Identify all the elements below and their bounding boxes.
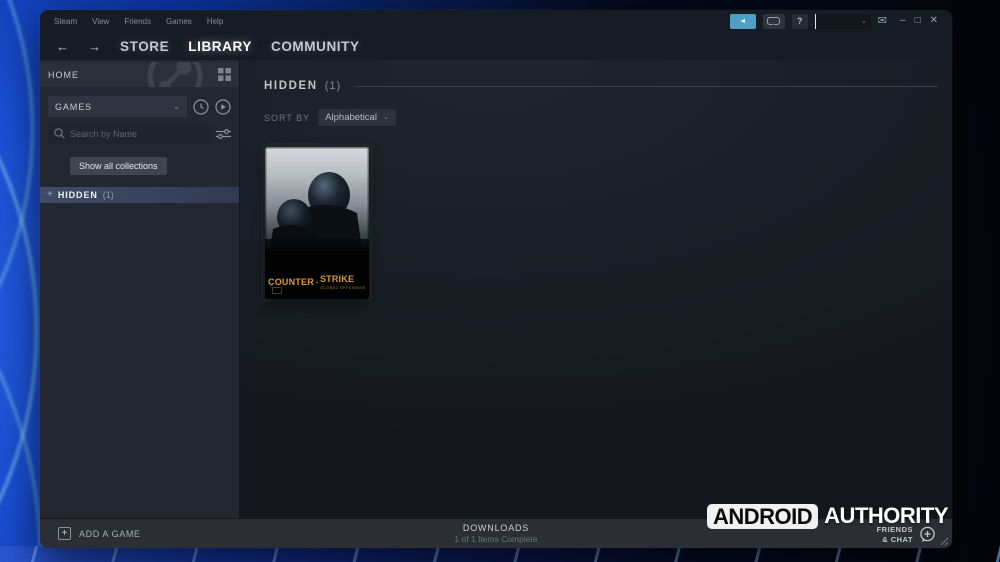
help-button[interactable]: ?	[792, 14, 808, 29]
downloads-status[interactable]: DOWNLOADS 1 of 1 Items Complete	[454, 523, 537, 544]
downloads-title: DOWNLOADS	[454, 523, 537, 533]
csgo-logo-subtitle: GLOBAL OFFENSIVE	[320, 285, 366, 290]
wallpaper-floor-streaks	[0, 546, 1000, 562]
sort-dropdown[interactable]: Alphabetical ⌄	[318, 109, 396, 126]
menu-bar: Steam View Friends Games Help ◄ ?	[40, 10, 952, 32]
vr-headset-icon	[767, 17, 780, 26]
chevron-down-icon: ⌄	[173, 103, 180, 111]
resize-grip[interactable]	[940, 537, 949, 546]
back-button[interactable]: ←	[56, 39, 69, 54]
expand-plus-icon[interactable]: +	[47, 190, 53, 200]
add-game-label: ADD A GAME	[79, 529, 141, 539]
collection-header: HIDDEN (1)	[264, 80, 938, 92]
menu-group: Steam View Friends Games Help	[54, 17, 223, 26]
friends-line2: & CHAT	[877, 535, 913, 545]
header-divider	[355, 86, 938, 87]
home-label: HOME	[48, 70, 79, 80]
window-controls: – □ ✕	[900, 16, 938, 26]
watermark-android: ANDROID	[707, 504, 818, 529]
shortcut-corner-icon	[272, 287, 282, 294]
close-button[interactable]: ✕	[930, 16, 938, 26]
menu-view[interactable]: View	[92, 17, 109, 26]
sidebar-item-hidden[interactable]: + HIDDEN (1)	[40, 187, 239, 203]
hidden-collection-label: HIDDEN	[58, 190, 98, 200]
sidebar: HOME GAMES ⌄	[40, 60, 240, 518]
nav-bar: ← → STORE LIBRARY COMMUNITY	[40, 32, 952, 60]
help-icon: ?	[797, 16, 803, 26]
minimize-button[interactable]: –	[900, 16, 906, 26]
grid-view-icon[interactable]	[218, 68, 231, 81]
big-picture-button[interactable]: ◄	[730, 14, 756, 29]
menu-help[interactable]: Help	[207, 17, 223, 26]
menu-games[interactable]: Games	[166, 17, 192, 26]
search-box	[48, 123, 210, 144]
mail-icon[interactable]: ✉	[878, 16, 887, 27]
sidebar-filter-row: GAMES ⌄	[40, 96, 239, 117]
games-filter-dropdown[interactable]: GAMES ⌄	[48, 96, 187, 117]
content-area: HOME GAMES ⌄	[40, 60, 952, 518]
csgo-logo-counter: COUNTER	[268, 277, 314, 287]
plus-icon: +	[58, 527, 71, 540]
collection-count: (1)	[325, 80, 341, 92]
sidebar-search-row	[40, 123, 239, 144]
maximize-button[interactable]: □	[915, 16, 921, 26]
hidden-collection-count: (1)	[103, 190, 114, 200]
vr-button[interactable]	[763, 14, 785, 29]
nav-library[interactable]: LIBRARY	[188, 39, 252, 54]
sidebar-home-button[interactable]: HOME	[40, 62, 239, 87]
steam-logo-watermark	[145, 62, 205, 87]
recent-games-icon[interactable]	[193, 99, 209, 115]
menu-friends[interactable]: Friends	[124, 17, 151, 26]
csgo-logo-right: STRIKE GLOBAL OFFENSIVE	[320, 274, 366, 290]
chevron-down-icon: ⌄	[861, 18, 867, 25]
watermark-authority: AUTHORITY	[824, 503, 948, 529]
search-input[interactable]	[70, 129, 204, 139]
downloads-detail: 1 of 1 Items Complete	[454, 534, 537, 544]
add-game-button[interactable]: + ADD A GAME	[58, 527, 141, 540]
filter-sliders-icon[interactable]	[216, 128, 231, 140]
menu-steam[interactable]: Steam	[54, 17, 77, 26]
sort-value: Alphabetical	[325, 112, 377, 123]
screen: Steam View Friends Games Help ◄ ?	[0, 0, 1000, 562]
games-filter-label: GAMES	[55, 102, 92, 112]
search-icon	[54, 128, 65, 139]
watermark: ANDROID AUTHORITY	[707, 503, 948, 529]
game-tile-csgo[interactable]: COUNTER STRIKE GLOBAL OFFENSIVE	[265, 147, 369, 299]
ready-to-play-icon[interactable]	[215, 99, 231, 115]
nav-community[interactable]: COMMUNITY	[271, 39, 360, 54]
titlebar-controls: ◄ ? ⌄ ✉ – □ ✕	[730, 14, 938, 29]
library-main: HIDDEN (1) SORT BY Alphabetical ⌄	[240, 60, 952, 518]
chevron-down-icon: ⌄	[383, 114, 389, 121]
steam-window: Steam View Friends Games Help ◄ ?	[40, 10, 952, 548]
csgo-soldier-icon	[316, 275, 318, 290]
show-all-collections-button[interactable]: Show all collections	[70, 157, 167, 175]
sort-row: SORT BY Alphabetical ⌄	[264, 109, 938, 126]
account-dropdown[interactable]: ⌄	[815, 14, 871, 29]
forward-button[interactable]: →	[88, 39, 101, 54]
big-picture-icon: ◄	[739, 18, 746, 25]
sort-by-label: SORT BY	[264, 113, 310, 123]
csgo-logo: COUNTER STRIKE GLOBAL OFFENSIVE	[268, 274, 366, 290]
collection-title: HIDDEN	[264, 80, 318, 92]
nav-store[interactable]: STORE	[120, 39, 169, 54]
csgo-logo-strike: STRIKE	[320, 274, 354, 284]
